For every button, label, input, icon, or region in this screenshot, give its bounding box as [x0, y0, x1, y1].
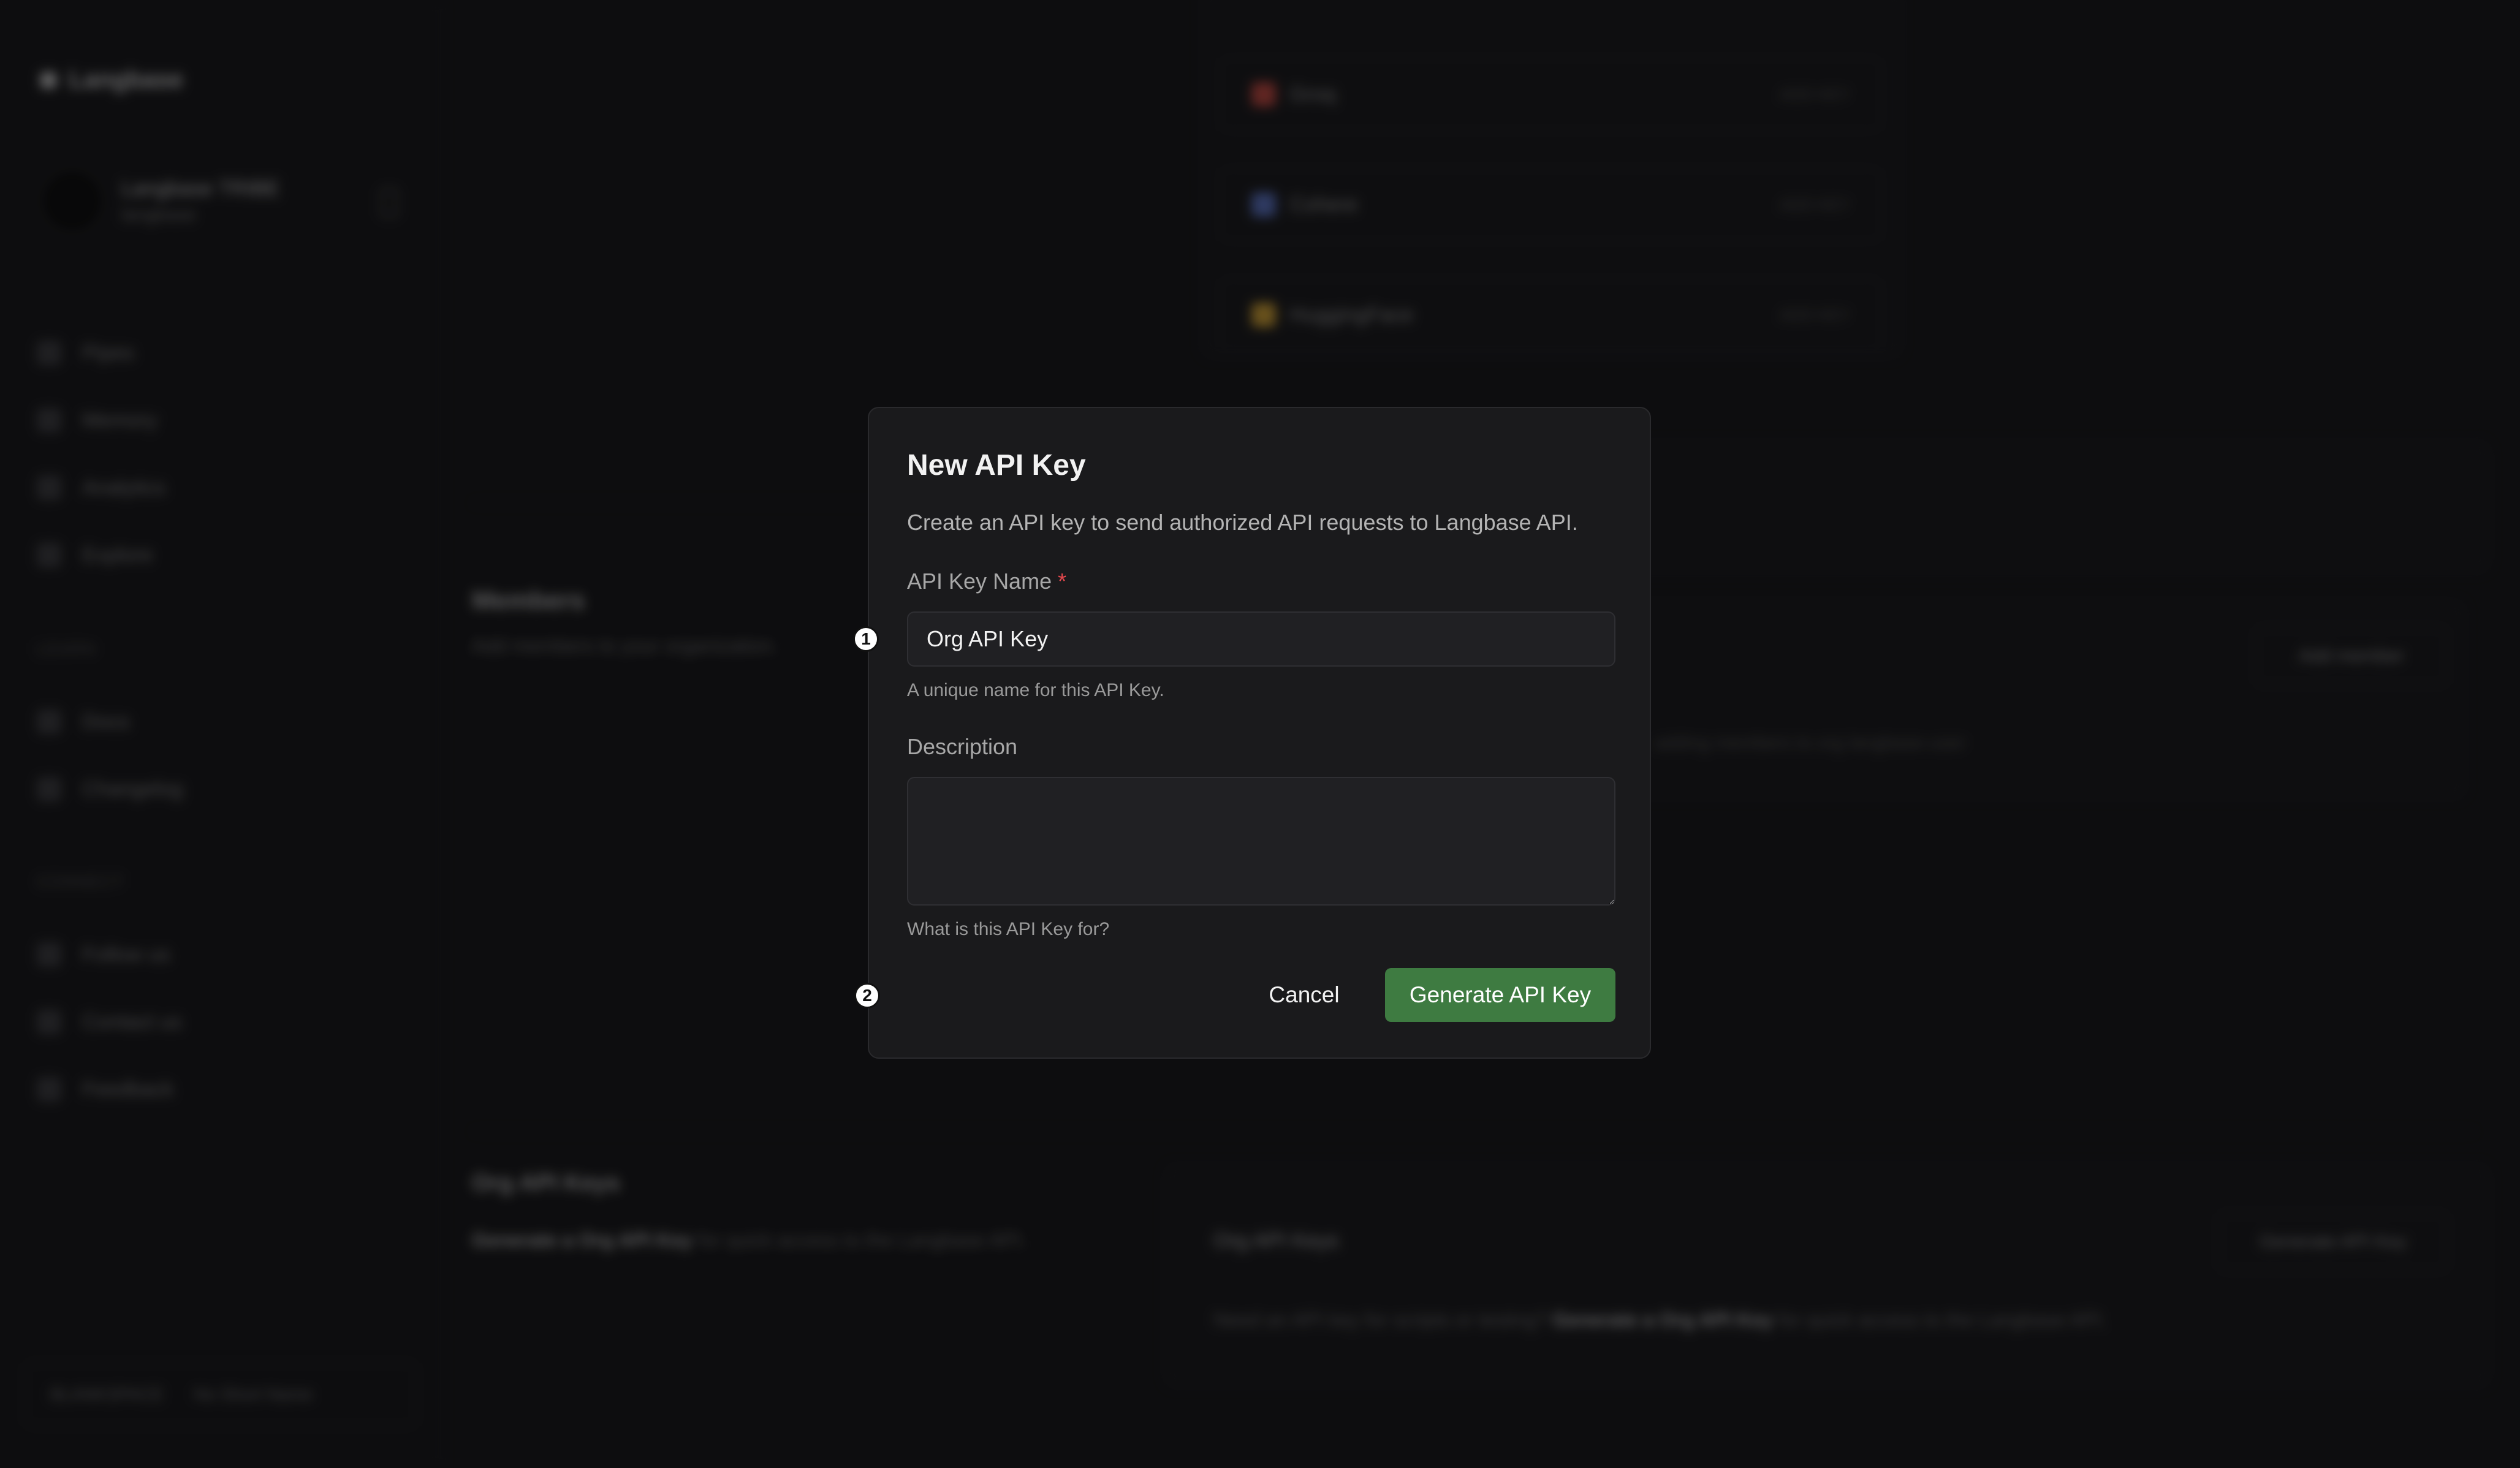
required-mark: *: [1058, 569, 1067, 594]
step-marker-1: 1: [853, 626, 879, 652]
new-api-key-dialog: New API Key Create an API key to send au…: [868, 407, 1651, 1059]
step-marker-2: 2: [854, 983, 880, 1008]
api-key-name-help: A unique name for this API Key.: [907, 680, 1164, 700]
description-label: Description: [907, 734, 1018, 759]
description-help: What is this API Key for?: [907, 919, 1110, 939]
dialog-title: New API Key: [907, 449, 1086, 482]
cancel-button[interactable]: Cancel: [1261, 968, 1347, 1022]
generate-api-key-button[interactable]: Generate API Key: [1385, 968, 1615, 1022]
api-key-name-label: API Key Name *: [907, 569, 1067, 594]
api-key-name-input[interactable]: [907, 611, 1615, 667]
dialog-description: Create an API key to send authorized API…: [907, 510, 1578, 535]
description-textarea[interactable]: [907, 777, 1615, 906]
